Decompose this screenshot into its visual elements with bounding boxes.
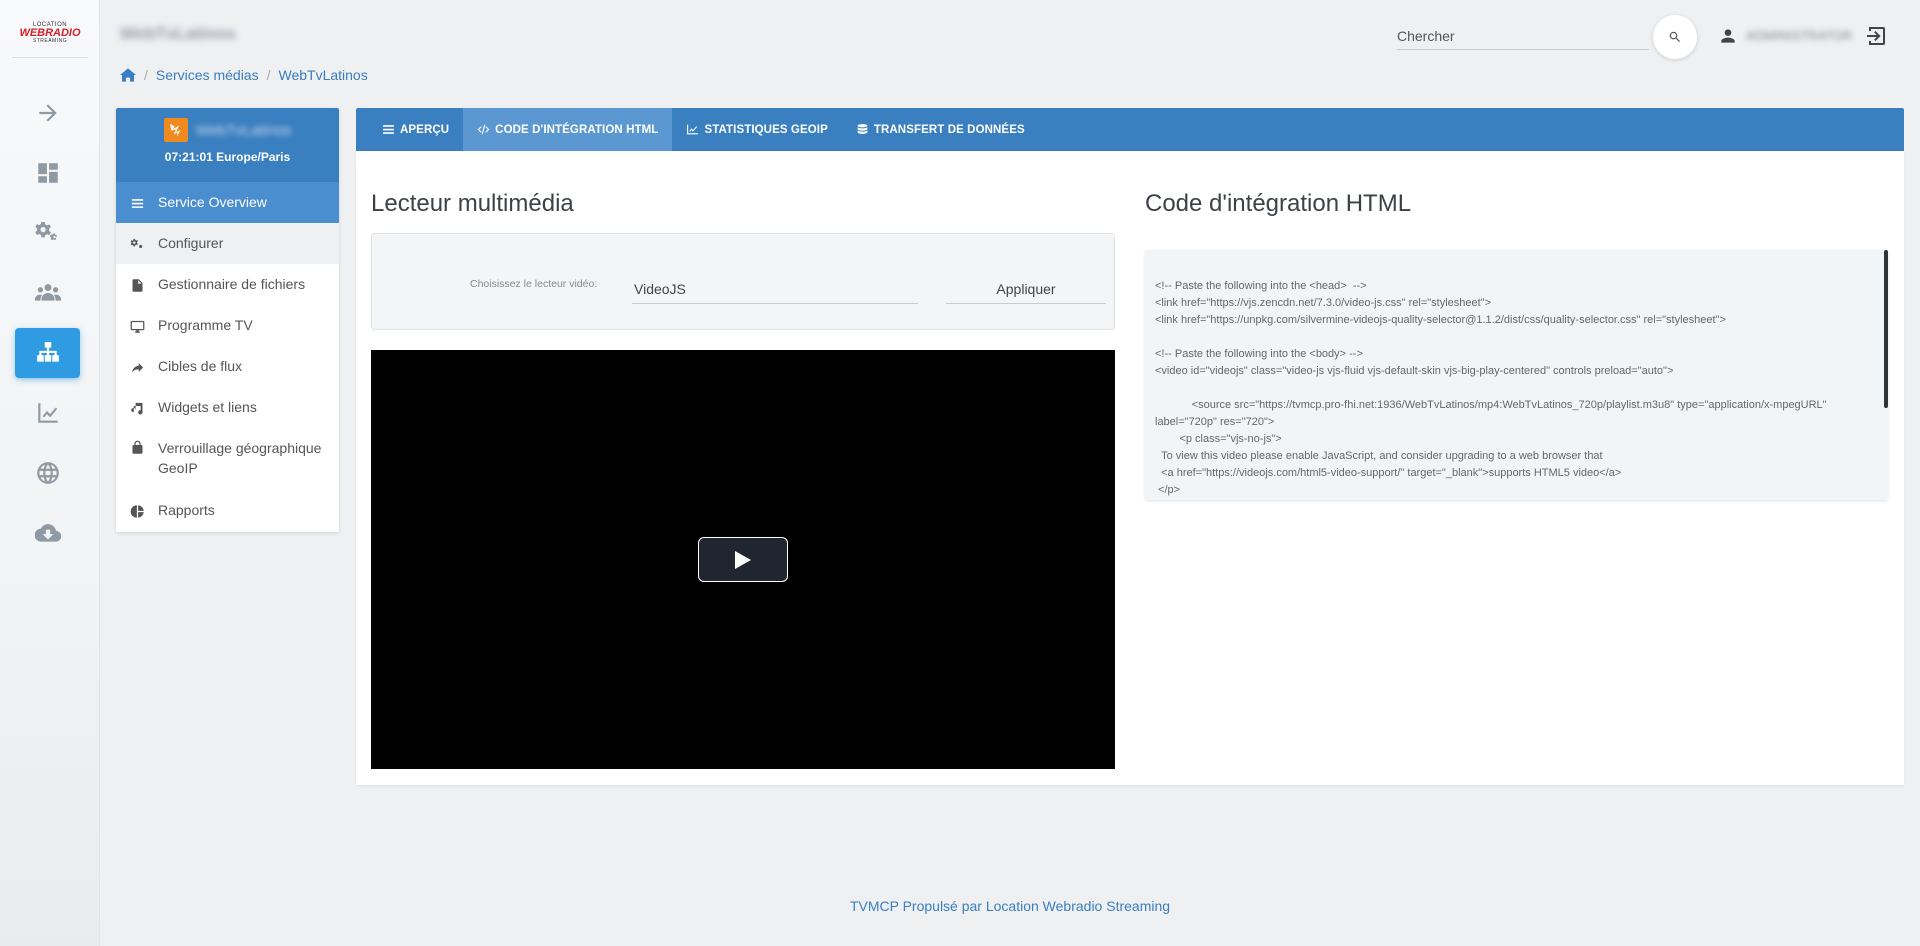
logo-line3: STREAMING [32, 37, 68, 44]
chooser-label: Choisissez le lecteur vidéo: [470, 278, 598, 290]
file-icon [132, 278, 143, 292]
user-name[interactable]: ADMINISTRATOR [1746, 28, 1852, 43]
rail-cloud-download-icon[interactable] [15, 508, 80, 558]
embed-title: Code d'intégration HTML [1145, 190, 1412, 217]
tab-data-transfer[interactable]: TRANSFERT DE DONNÉES [842, 108, 1039, 151]
menu-service-overview[interactable]: Service Overview [116, 182, 339, 223]
menu-label: Cibles de flux [158, 358, 243, 374]
embed-code[interactable]: <!-- Paste the following into the <head>… [1155, 278, 1870, 499]
menu-label: Configurer [158, 235, 224, 251]
menu-tv-program[interactable]: Programme TV [116, 305, 339, 346]
menu-label: Rapports [158, 502, 215, 518]
service-panel: WebTvLatinos 07:21:01 Europe/Paris Servi… [116, 108, 339, 532]
left-rail: LOCATION WEBRADIO STREAMING [0, 0, 100, 946]
tab-html-embed[interactable]: CODE D'INTÉGRATION HTML [463, 108, 673, 151]
app-brand: WebTvLatinos [120, 24, 236, 43]
play-icon [735, 550, 751, 569]
menu-label: Verrouillage géographique GeoIP [158, 440, 322, 476]
pie-chart-icon [130, 504, 144, 518]
embed-code-box[interactable]: <!-- Paste the following into the <head>… [1145, 250, 1888, 500]
breadcrumb-services-link[interactable]: Services médias [156, 67, 259, 83]
footer: TVMCP Propulsé par Location Webradio Str… [0, 898, 1920, 914]
rail-dashboard-icon[interactable] [15, 148, 80, 198]
menu-label: Gestionnaire de fichiers [158, 276, 306, 292]
database-icon [857, 124, 868, 134]
monitor-icon [130, 320, 145, 333]
bars-icon [131, 198, 144, 208]
menu-configurer[interactable]: Configurer [116, 223, 339, 264]
tab-geoip-stats[interactable]: STATISTIQUES GEOIP [672, 108, 841, 151]
player-title: Lecteur multimédia [371, 190, 574, 217]
rail-arrow-right-icon[interactable] [15, 88, 80, 138]
code-icon [477, 124, 490, 135]
service-header: WebTvLatinos 07:21:01 Europe/Paris [116, 108, 339, 182]
rail-settings-icon[interactable] [15, 208, 80, 258]
breadcrumb-service-link[interactable]: WebTvLatinos [278, 67, 367, 83]
menu-stream-targets[interactable]: Cibles de flux [116, 346, 339, 387]
user-icon[interactable] [1718, 26, 1738, 46]
menu-label: Service Overview [158, 194, 267, 210]
player-chooser: Choisissez le lecteur vidéo: VideoJS App… [371, 233, 1115, 330]
play-button[interactable] [698, 537, 788, 582]
rail-globe-icon[interactable] [15, 448, 80, 498]
apply-button[interactable]: Appliquer [946, 274, 1106, 304]
music-icon [131, 402, 143, 414]
footer-link[interactable]: TVMCP Propulsé par Location Webradio Str… [850, 898, 1170, 914]
menu-file-manager[interactable]: Gestionnaire de fichiers [116, 264, 339, 305]
menu-geoip-lock[interactable]: Verrouillage géographique GeoIP [116, 428, 339, 490]
code-scrollbar[interactable] [1884, 250, 1888, 408]
share-icon [131, 362, 144, 372]
menu-label: Widgets et liens [158, 399, 257, 415]
lock-icon [132, 440, 143, 454]
breadcrumb: / Services médias / WebTvLatinos [120, 67, 368, 83]
service-logo-icon [163, 118, 188, 142]
logout-icon[interactable] [1864, 24, 1888, 48]
rail-users-icon[interactable] [15, 268, 80, 318]
menu-widgets-links[interactable]: Widgets et liens [116, 387, 339, 428]
list-icon [383, 125, 394, 134]
rail-sitemap-icon[interactable] [15, 328, 80, 378]
menu-label: Programme TV [158, 317, 253, 333]
player-select[interactable]: VideoJS [632, 274, 918, 304]
cogs-icon [130, 238, 143, 248]
rail-stats-icon[interactable] [15, 388, 80, 438]
logo-line2: WEBRADIO [19, 26, 81, 39]
service-name: WebTvLatinos [195, 121, 292, 139]
tab-overview[interactable]: APERÇU [368, 108, 463, 151]
search-icon [1669, 31, 1680, 42]
tab-bar: APERÇU CODE D'INTÉGRATION HTML STATISTIQ… [356, 108, 1904, 151]
search-input[interactable] [1397, 22, 1649, 50]
app-logo[interactable]: LOCATION WEBRADIO STREAMING [12, 14, 88, 58]
menu-reports[interactable]: Rapports [116, 490, 339, 531]
service-time: 07:21:01 Europe/Paris [164, 150, 291, 164]
search-button[interactable] [1653, 15, 1697, 59]
chart-icon [687, 124, 699, 135]
home-icon[interactable] [120, 68, 136, 82]
video-player[interactable] [371, 350, 1115, 769]
